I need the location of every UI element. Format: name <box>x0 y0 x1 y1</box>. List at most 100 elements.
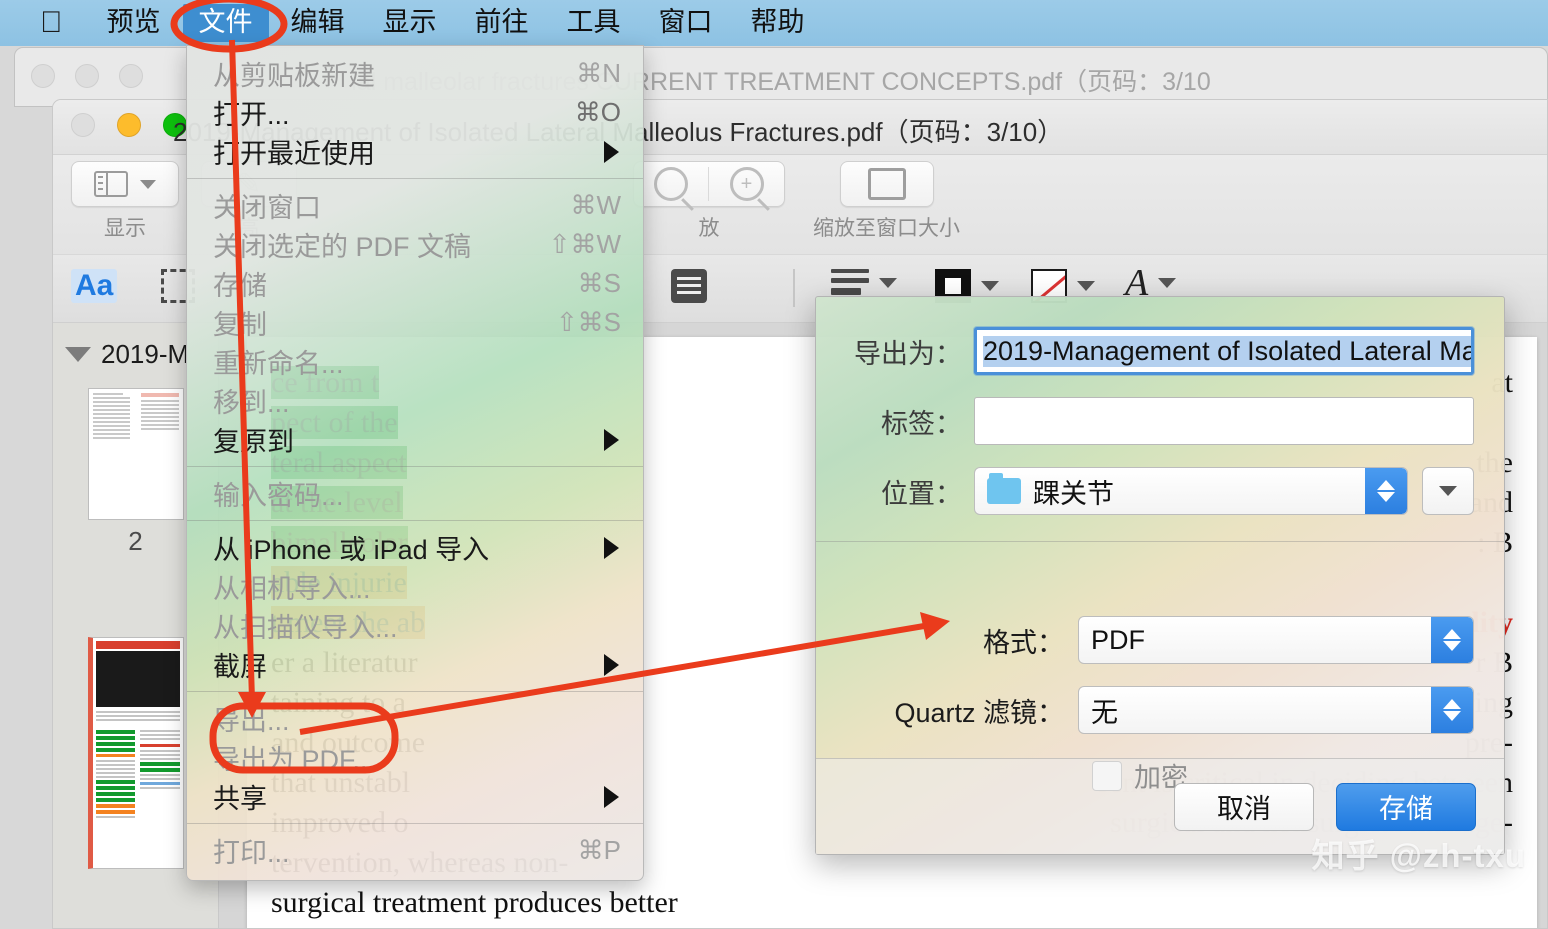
zoom-in-button[interactable]: + <box>709 167 784 201</box>
menubar-item-file[interactable]: 文件 <box>182 4 269 42</box>
macos-menu-bar:  预览 文件 编辑 显示 前往 工具 窗口 帮助 <box>0 0 1548 46</box>
menubar-item-go[interactable]: 前往 <box>459 4 545 42</box>
file-menu-dropdown[interactable]: 从剪贴板新建 ⌘N 打开... ⌘O 打开最近使用 关闭窗口 ⌘W 关闭选定的 PDF… <box>186 45 644 881</box>
zoom-out-button[interactable] <box>634 167 709 201</box>
menubar-item-view[interactable]: 显示 <box>367 4 453 42</box>
menu-separator <box>187 691 643 692</box>
menu-item-open[interactable]: 打开... ⌘O <box>187 93 643 132</box>
disclosure-triangle-icon[interactable] <box>65 347 91 362</box>
export-as-row: 导出为： 2019-Management of Isolated Lateral… <box>846 327 1474 375</box>
fit-to-window-button[interactable] <box>839 161 934 207</box>
cancel-button[interactable]: 取消 <box>1174 782 1314 831</box>
export-dialog[interactable]: 导出为： 2019-Management of Isolated Lateral… <box>815 296 1505 855</box>
tags-row: 标签： <box>846 397 1474 445</box>
chevron-up-icon <box>1443 629 1461 639</box>
menu-item-duplicate[interactable]: 复制 ⇧⌘S <box>187 303 643 342</box>
menu-item-new-from-clipboard[interactable]: 从剪贴板新建 ⌘N <box>187 54 643 93</box>
page-thumbnail[interactable] <box>87 637 184 869</box>
menu-item-import-from-iphone[interactable]: 从 iPhone 或 iPad 导入 <box>187 528 643 567</box>
location-stepper[interactable] <box>1365 468 1407 514</box>
sidebar-icon <box>94 171 128 197</box>
location-row: 位置： 踝关节 <box>846 467 1474 515</box>
chevron-down-icon <box>879 278 897 288</box>
chevron-down-icon <box>1443 641 1461 651</box>
tags-input[interactable] <box>974 397 1474 445</box>
menu-item-take-screenshot[interactable]: 截屏 <box>187 645 643 684</box>
menu-item-import-from-scanner[interactable]: 从扫描仪导入... <box>187 606 643 645</box>
apple-logo-icon[interactable]:  <box>40 8 63 38</box>
zoom-buttons[interactable]: + <box>633 161 785 207</box>
fit-toolbar-label: 缩放至窗口大小 <box>813 217 960 240</box>
chevron-down-icon <box>1439 486 1457 496</box>
location-popup-button[interactable]: 踝关节 <box>974 467 1408 515</box>
text-select-tool[interactable]: Aa <box>71 269 118 303</box>
format-stepper[interactable] <box>1431 617 1473 663</box>
close-button[interactable] <box>71 113 95 137</box>
menu-item-open-recent[interactable]: 打开最近使用 <box>187 132 643 171</box>
quartz-filter-row: Quartz 滤镜： 无 <box>846 686 1474 734</box>
menu-item-close-selected-pdf[interactable]: 关闭选定的 PDF 文稿 ⇧⌘W <box>187 225 643 264</box>
export-dialog-buttons: 取消 存储 <box>816 758 1504 854</box>
menu-item-print[interactable]: 打印... ⌘P <box>187 831 643 870</box>
menubar-item-help[interactable]: 帮助 <box>735 4 821 42</box>
menu-item-close-window[interactable]: 关闭窗口 ⌘W <box>187 186 643 225</box>
menubar-item-edit[interactable]: 编辑 <box>275 4 361 42</box>
zoom-out-icon <box>654 167 688 201</box>
chevron-down-icon <box>1377 492 1395 502</box>
page-thumbnail[interactable] <box>87 388 184 520</box>
location-value: 踝关节 <box>1033 478 1114 509</box>
menu-separator <box>187 823 643 824</box>
toolbar-zoom-group[interactable]: + 放 <box>633 161 785 242</box>
chevron-up-icon <box>1377 480 1395 490</box>
sidebar-toggle-button[interactable] <box>71 161 179 207</box>
chevron-down-icon <box>1077 281 1095 291</box>
line-style-tool[interactable] <box>831 269 897 297</box>
thumbnail-group-label: 2019-M <box>101 339 190 369</box>
menubar-item-window[interactable]: 窗口 <box>643 4 729 42</box>
quartz-filter-label: Quartz 滤镜： <box>894 697 1064 728</box>
chevron-down-icon <box>981 281 999 291</box>
submenu-arrow-icon <box>604 428 619 451</box>
expand-browser-button[interactable] <box>1422 467 1474 515</box>
zoom-in-icon: + <box>729 167 764 201</box>
format-value: PDF <box>1091 624 1145 655</box>
menu-separator <box>187 178 643 179</box>
quartz-filter-popup-button[interactable]: 无 <box>1078 686 1474 734</box>
save-button[interactable]: 存储 <box>1336 782 1476 831</box>
markup-divider <box>793 269 795 307</box>
chevron-down-icon <box>140 179 156 189</box>
submenu-arrow-icon <box>604 140 619 163</box>
sidebar-toolbar-label: 显示 <box>104 217 146 240</box>
menu-item-revert-to[interactable]: 复原到 <box>187 420 643 459</box>
text-selection-icon: Aa <box>71 269 118 303</box>
chevron-down-icon <box>1443 711 1461 721</box>
menu-item-rename[interactable]: 重新命名... <box>187 342 643 381</box>
minimize-button[interactable] <box>117 113 141 137</box>
notes-tool[interactable] <box>671 269 707 303</box>
export-as-input[interactable]: 2019-Management of Isolated Lateral Ma <box>974 327 1474 375</box>
menu-item-move-to[interactable]: 移到... <box>187 381 643 420</box>
toolbar-sidebar-group[interactable]: 显示 <box>71 161 179 242</box>
menu-item-share[interactable]: 共享 <box>187 777 643 816</box>
menu-item-export[interactable]: 导出... <box>187 699 643 738</box>
format-popup-button[interactable]: PDF <box>1078 616 1474 664</box>
chevron-up-icon <box>1443 699 1461 709</box>
note-icon <box>671 269 707 303</box>
submenu-arrow-icon <box>604 536 619 559</box>
toolbar-fit-group[interactable]: 缩放至窗口大小 <box>813 161 960 242</box>
format-label: 格式： <box>983 627 1064 658</box>
menu-separator <box>187 466 643 467</box>
folder-icon <box>987 473 1021 504</box>
submenu-arrow-icon <box>604 653 619 676</box>
vertical-separator <box>793 269 795 307</box>
menu-item-save[interactable]: 存储 ⌘S <box>187 264 643 303</box>
menu-item-import-from-camera[interactable]: 从相机导入... <box>187 567 643 606</box>
menubar-item-preview[interactable]: 预览 <box>91 4 177 42</box>
quartz-stepper[interactable] <box>1431 687 1473 733</box>
menubar-item-tools[interactable]: 工具 <box>551 4 637 42</box>
fit-to-window-icon <box>867 168 906 200</box>
format-row: 格式： PDF <box>846 616 1474 664</box>
menu-item-export-as-pdf[interactable]: 导出为 PDF... <box>187 738 643 777</box>
menu-item-enter-password[interactable]: 输入密码... <box>187 474 643 513</box>
zoom-toolbar-label: 放 <box>698 217 720 240</box>
